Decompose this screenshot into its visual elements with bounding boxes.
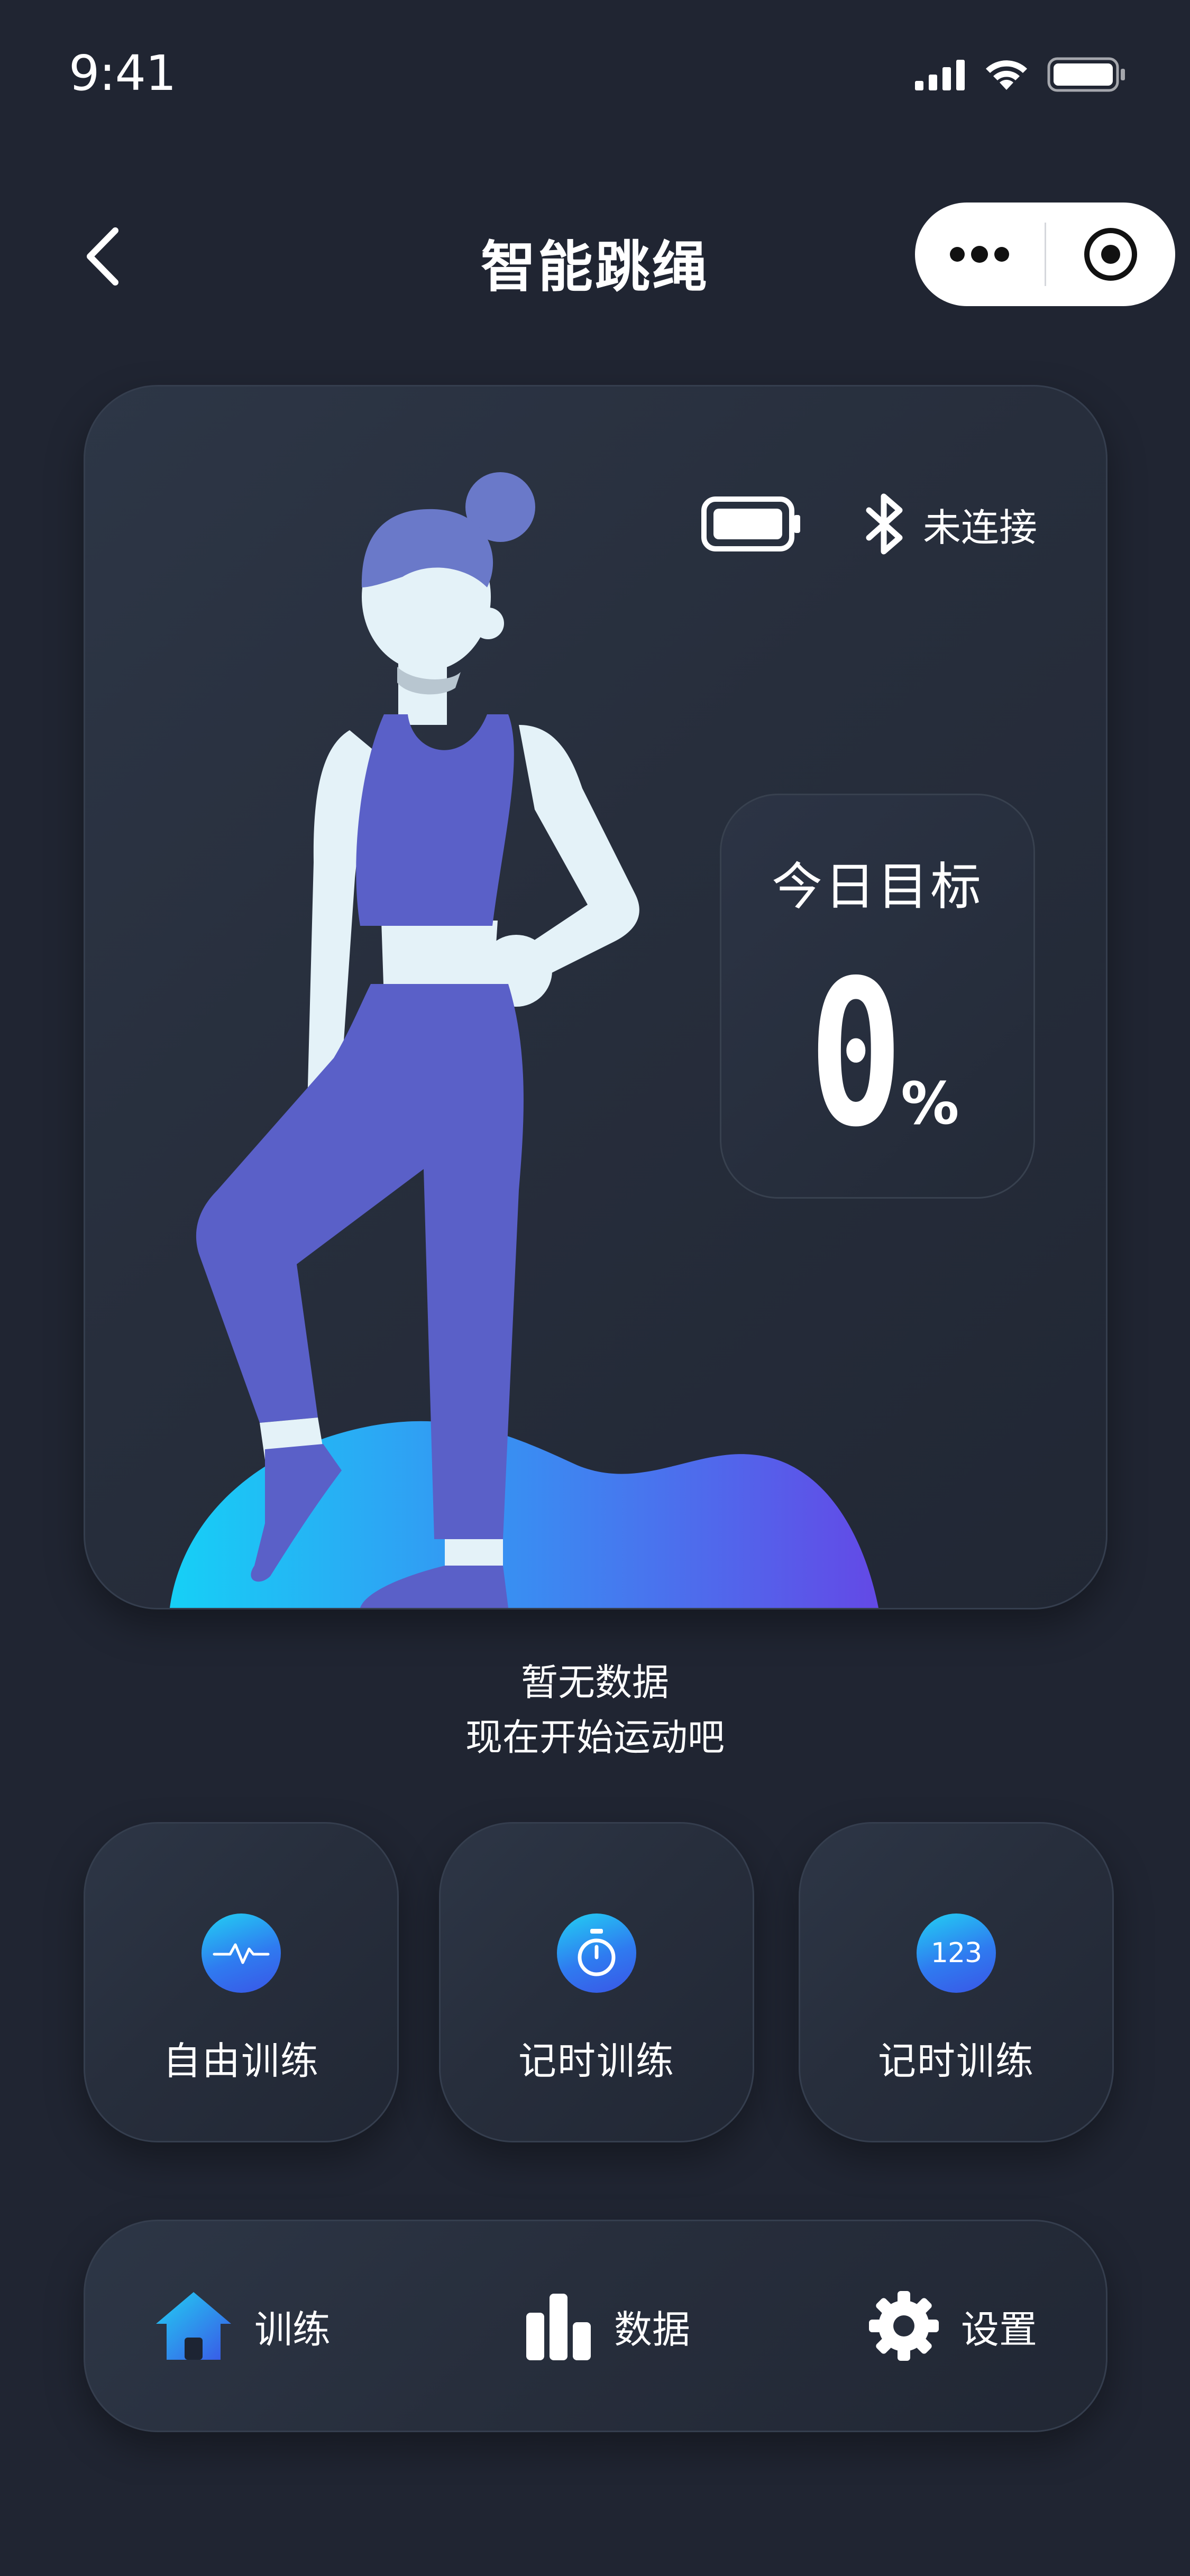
mode-label: 自由训练: [162, 2039, 319, 2083]
gear-icon: [869, 2291, 939, 2361]
empty-state-line1: 暂无数据: [521, 1661, 669, 1704]
tab-settings[interactable]: 设置: [868, 2221, 1037, 2431]
home-icon: [156, 2292, 231, 2360]
status-icons: [915, 57, 1127, 92]
mini-program-capsule: [915, 203, 1175, 306]
bar-chart-icon: [526, 2294, 591, 2360]
bluetooth-status[interactable]: 未连接: [865, 492, 1037, 556]
tab-label: 训练: [254, 2307, 331, 2352]
daily-goal-card: 今日目标 0%: [720, 794, 1035, 1199]
tab-label: 设置: [961, 2307, 1038, 2352]
goal-title: 今日目标: [772, 857, 983, 916]
signal-icon: [915, 60, 965, 90]
goal-unit: %: [901, 1070, 959, 1137]
pulse-icon: [202, 1913, 281, 1993]
wifi-icon: [986, 60, 1027, 90]
goal-value: 0%: [721, 954, 1033, 1155]
phone-battery-icon: [1047, 57, 1125, 92]
count-123-icon: 123: [917, 1913, 996, 1993]
close-program-button[interactable]: [1046, 203, 1176, 306]
device-status: 未连接: [701, 492, 1037, 556]
mode-label: 记时训练: [518, 2039, 675, 2083]
tab-training[interactable]: 训练: [154, 2221, 331, 2431]
device-battery-icon: [701, 496, 800, 551]
tab-data[interactable]: 数据: [524, 2221, 690, 2431]
bluetooth-icon: [866, 493, 903, 555]
mode-card-count[interactable]: 123 记时训练: [799, 1822, 1114, 2142]
more-button[interactable]: [915, 203, 1045, 306]
empty-state-line2: 现在开始运动吧: [465, 1716, 725, 1759]
tab-bar: 训练 数据 设置: [84, 2220, 1107, 2432]
goal-number: 0: [808, 937, 903, 1171]
mode-label: 记时训练: [877, 2039, 1035, 2083]
empty-state: 暂无数据 现在开始运动吧: [0, 1655, 1190, 1765]
more-dots-icon: [950, 246, 1010, 263]
stopwatch-icon: [557, 1913, 636, 1993]
mode-card-free[interactable]: 自由训练: [84, 1822, 399, 2142]
mode-card-timed[interactable]: 记时训练: [439, 1822, 754, 2142]
hero-card: 未连接 今日目标 0%: [84, 385, 1107, 1609]
connection-status-text: 未连接: [922, 505, 1037, 550]
target-icon: [1084, 228, 1137, 281]
status-time: 9:41: [69, 45, 177, 102]
count-icon-text: 123: [930, 1937, 982, 1969]
tab-label: 数据: [614, 2307, 691, 2352]
